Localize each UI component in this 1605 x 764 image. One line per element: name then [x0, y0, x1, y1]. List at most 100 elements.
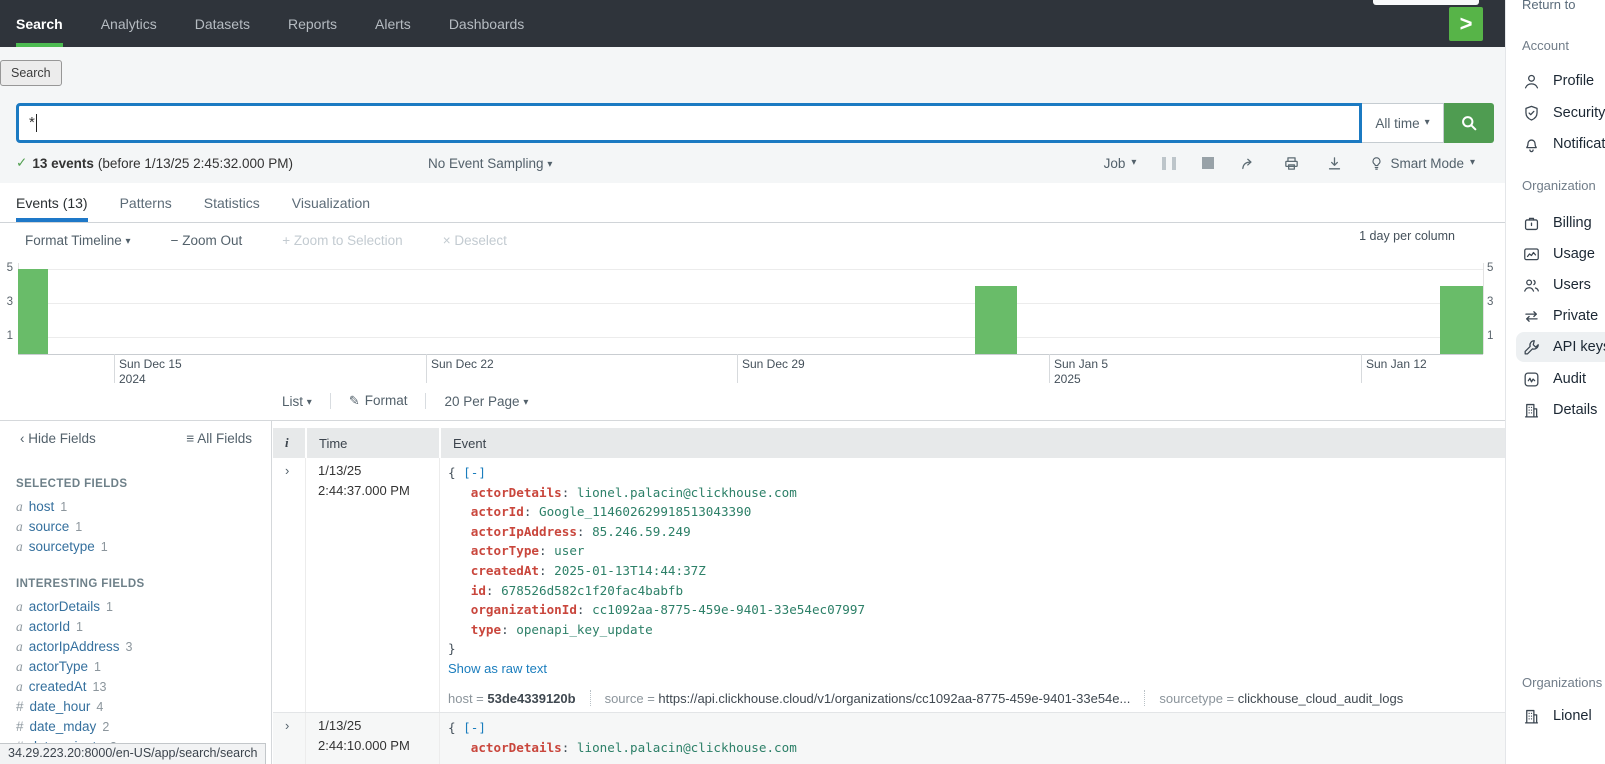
field-item-createdAt[interactable]: acreatedAt13	[16, 679, 106, 699]
tab-statistics[interactable]: Statistics	[204, 183, 260, 222]
all-fields-button[interactable]: ≡ All Fields	[186, 431, 252, 446]
collapse-json-link[interactable]: [-]	[463, 465, 486, 480]
audit-icon	[1522, 370, 1541, 389]
x-axis-label: Sun Dec 152024	[119, 357, 182, 387]
expand-row-chevron[interactable]: ›	[285, 718, 289, 733]
panel-section-organization: Organization	[1522, 178, 1596, 193]
show-raw-text-link[interactable]: Show as raw text	[448, 661, 547, 676]
splunk-logo-button[interactable]: >	[1449, 7, 1483, 41]
zoom-out-button[interactable]: − Zoom Out	[171, 233, 243, 248]
swap-icon	[1522, 307, 1541, 326]
nav-item-reports[interactable]: Reports	[288, 0, 337, 47]
field-item-actorIpAddress[interactable]: aactorIpAddress3	[16, 639, 133, 659]
field-type-icon: a	[16, 619, 23, 634]
col-header-info: i	[273, 428, 305, 458]
meta-source[interactable]: source = https://api.clickhouse.cloud/v1…	[605, 691, 1131, 706]
meta-sourcetype[interactable]: sourcetype = clickhouse_cloud_audit_logs	[1159, 691, 1403, 706]
hide-fields-button[interactable]: ‹ Hide Fields	[20, 431, 96, 446]
field-type-icon: a	[16, 679, 23, 694]
meta-host[interactable]: host = 53de4339120b	[448, 691, 576, 706]
panel-item-audit[interactable]: Audit	[1516, 364, 1605, 394]
search-input[interactable]: *	[16, 103, 1362, 143]
panel-item-private[interactable]: Private	[1516, 301, 1605, 331]
browser-status-url: 34.29.223.20:8000/en-US/app/search/searc…	[0, 743, 266, 764]
panel-item-usage[interactable]: Usage	[1516, 239, 1605, 269]
panel-item-lionel[interactable]: Lionel	[1516, 701, 1605, 731]
panel-section-organizations: Organizations	[1522, 675, 1602, 690]
x-tick	[1049, 354, 1050, 383]
nav-item-datasets[interactable]: Datasets	[195, 0, 250, 47]
panel-item-billing[interactable]: Billing	[1516, 208, 1605, 238]
field-type-icon: #	[16, 719, 24, 734]
collapse-json-link[interactable]: [-]	[463, 720, 486, 735]
panel-item-profile[interactable]: Profile	[1516, 66, 1605, 96]
timeline-chart[interactable]: 113355Sun Dec 152024Sun Dec 22Sun Dec 29…	[0, 263, 1505, 382]
print-icon[interactable]	[1283, 155, 1300, 172]
return-to-link[interactable]: Return to	[1522, 0, 1575, 12]
field-item-date_mday[interactable]: #date_mday2	[16, 719, 109, 739]
y-axis-label: 3	[1487, 296, 1493, 308]
event-sampling-menu[interactable]: No Event Sampling ▾	[428, 156, 552, 171]
event-count-detail: (before 1/13/25 2:45:32.000 PM)	[98, 156, 293, 171]
field-item-actorId[interactable]: aactorId1	[16, 619, 83, 639]
event-date: 1/13/25	[318, 463, 361, 478]
search-bar: * All time▾	[16, 103, 1494, 143]
format-menu[interactable]: ✎Format	[345, 393, 412, 409]
search-button[interactable]	[1444, 103, 1494, 143]
field-item-actorDetails[interactable]: aactorDetails1	[16, 599, 113, 619]
timeline-bar-2025-01-13[interactable]	[1440, 286, 1483, 354]
field-type-icon: a	[16, 499, 23, 514]
x-axis-label: Sun Dec 22	[431, 357, 494, 372]
share-icon[interactable]	[1240, 155, 1257, 172]
field-type-icon: a	[16, 639, 23, 654]
nav-item-dashboards[interactable]: Dashboards	[449, 0, 525, 47]
expand-row-chevron[interactable]: ›	[285, 463, 289, 478]
nav-item-analytics[interactable]: Analytics	[101, 0, 157, 47]
timeline-bar-2024-12-12[interactable]	[18, 269, 48, 354]
gridline-3	[18, 303, 1483, 304]
field-item-date_hour[interactable]: #date_hour4	[16, 699, 103, 719]
panel-item-details[interactable]: Details	[1516, 395, 1605, 425]
nav-item-search[interactable]: Search	[16, 0, 63, 47]
event-row: ›1/13/252:44:10.000 PM{ [-] actorDetails…	[273, 712, 1505, 764]
y-axis-label: 1	[1487, 330, 1493, 342]
smart-mode-menu[interactable]: Smart Mode▾	[1369, 156, 1475, 171]
event-json: { [-] actorDetails: lionel.palacin@click…	[448, 463, 865, 679]
tab-events[interactable]: Events (13)	[16, 183, 88, 222]
field-item-host[interactable]: ahost1	[16, 499, 67, 519]
person-icon	[1522, 72, 1541, 91]
browser-strip	[1373, 0, 1479, 5]
col-header-time: Time	[307, 428, 439, 458]
gridline-5	[18, 269, 1483, 270]
building-icon	[1522, 707, 1541, 726]
pause-icon[interactable]	[1162, 157, 1176, 170]
timeline-bar-2025-01-03[interactable]	[975, 286, 1017, 354]
export-download-icon[interactable]	[1326, 155, 1343, 172]
stop-icon[interactable]	[1202, 157, 1214, 169]
lightbulb-icon	[1369, 156, 1384, 171]
format-timeline-menu[interactable]: Format Timeline ▾	[25, 233, 131, 248]
pencil-icon: ✎	[349, 393, 360, 408]
panel-item-api-keys[interactable]: API keys	[1516, 332, 1605, 362]
nav-item-alerts[interactable]: Alerts	[375, 0, 411, 47]
field-item-source[interactable]: asource1	[16, 519, 82, 539]
job-menu[interactable]: Job▾	[1104, 156, 1137, 171]
panel-item-notifications[interactable]: Notifications	[1516, 129, 1605, 159]
event-date: 1/13/25	[318, 718, 361, 733]
deselect-button: × Deselect	[443, 233, 507, 248]
x-axis-label: Sun Dec 29	[742, 357, 805, 372]
field-item-sourcetype[interactable]: asourcetype1	[16, 539, 108, 559]
list-view-menu[interactable]: List ▾	[278, 394, 316, 409]
panel-item-security[interactable]: Security	[1516, 98, 1605, 128]
per-page-menu[interactable]: 20 Per Page ▾	[440, 394, 532, 409]
x-axis-label: Sun Jan 52025	[1054, 357, 1108, 387]
panel-item-users[interactable]: Users	[1516, 270, 1605, 300]
timeline-scale-note: 1 day per column	[1359, 229, 1455, 243]
time-range-picker[interactable]: All time▾	[1362, 103, 1444, 143]
x-tick	[114, 354, 115, 383]
field-type-icon: a	[16, 539, 23, 554]
field-type-icon: a	[16, 519, 23, 534]
tab-patterns[interactable]: Patterns	[120, 183, 172, 222]
field-item-actorType[interactable]: aactorType1	[16, 659, 101, 679]
tab-visualization[interactable]: Visualization	[292, 183, 370, 222]
